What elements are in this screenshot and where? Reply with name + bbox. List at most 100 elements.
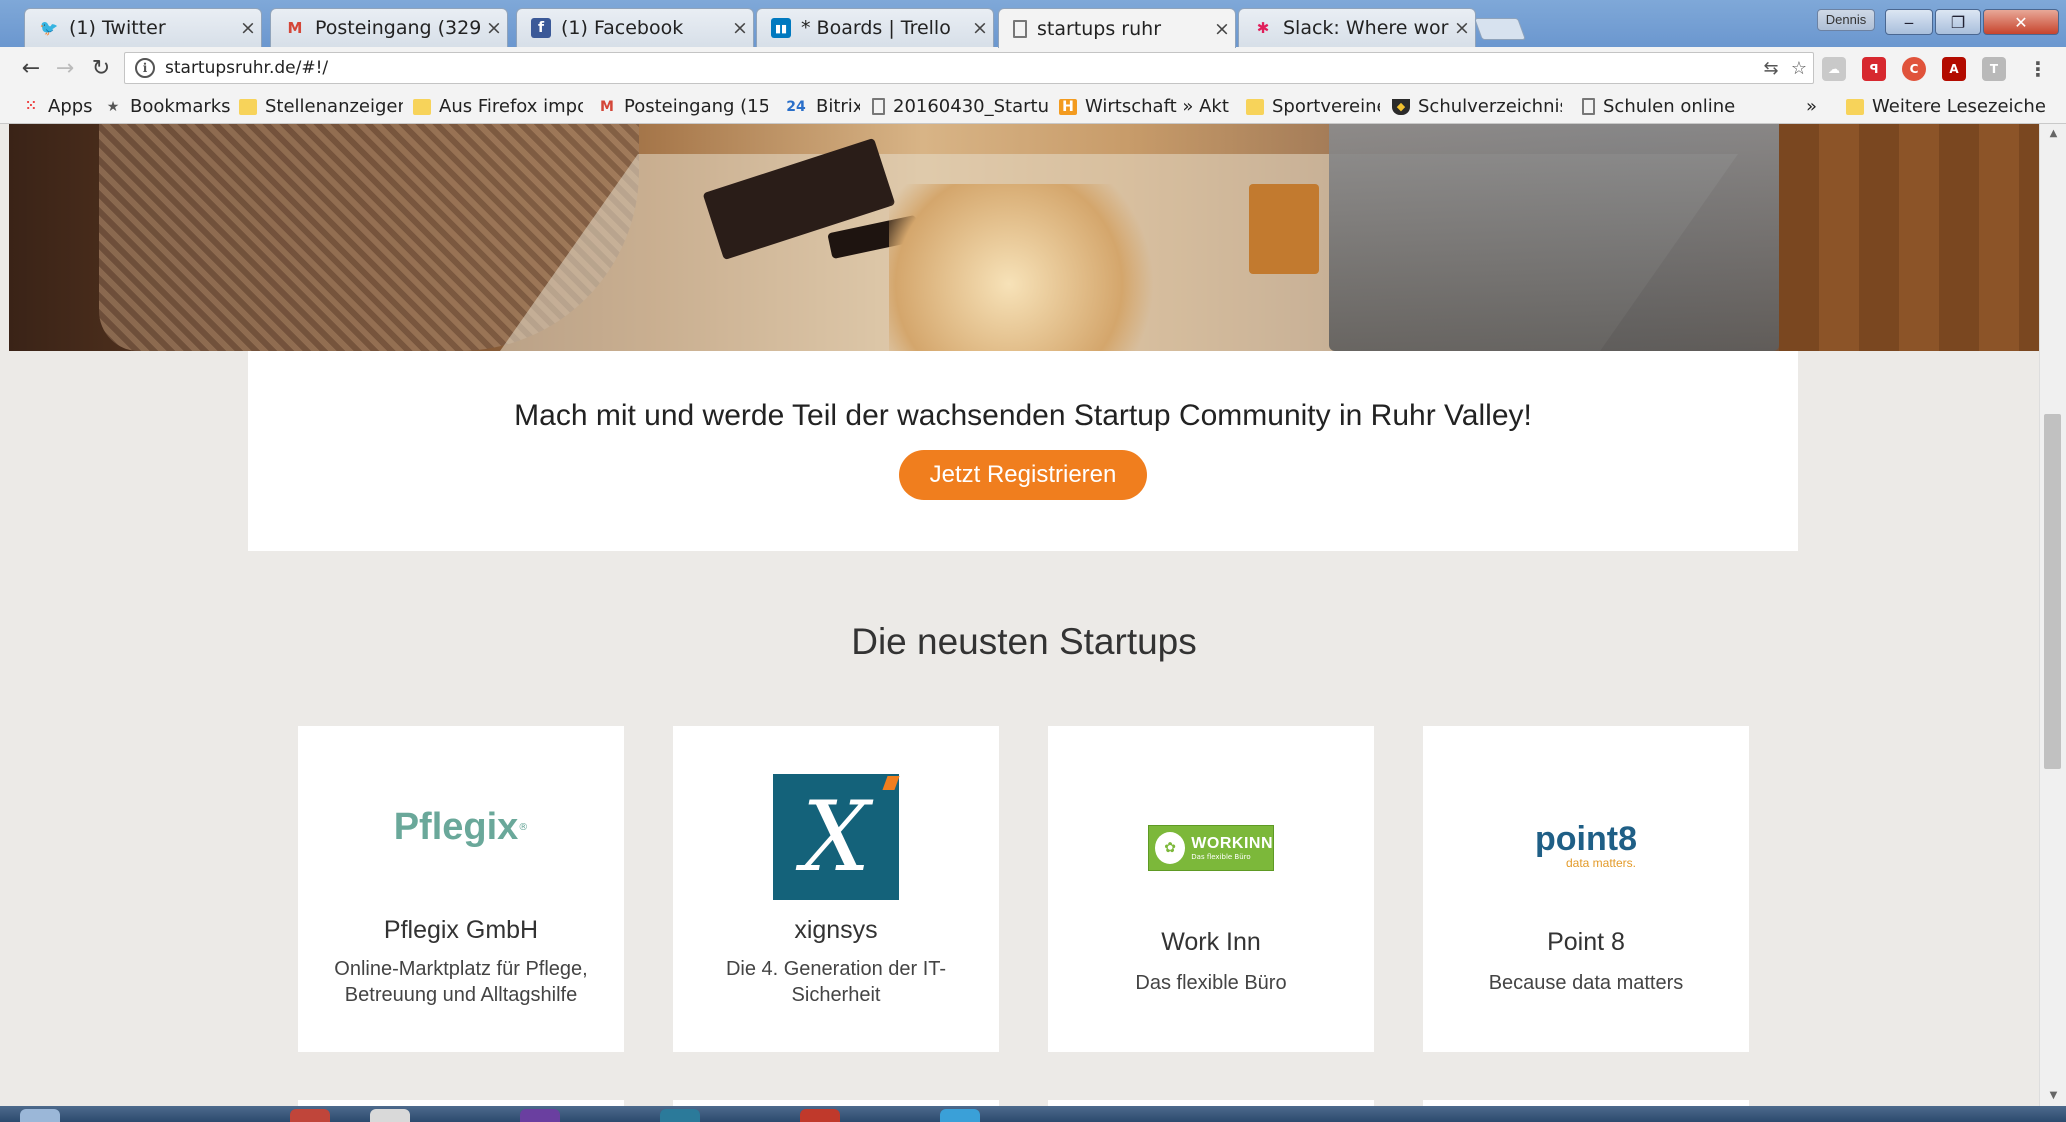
tab-slack[interactable]: ✱ Slack: Where work I ×	[1238, 8, 1476, 47]
tab-trello[interactable]: ▮▮ * Boards | Trello ×	[756, 8, 994, 47]
star-icon: ★	[106, 98, 120, 115]
taskbar-app[interactable]	[370, 1109, 410, 1122]
bookmark-label: Bookmarks	[130, 96, 231, 117]
taskbar-app[interactable]	[520, 1109, 560, 1122]
page-scrollbar[interactable]: ▲ ▼	[2039, 124, 2066, 1106]
page-viewport: Mach mit und werde Teil der wachsenden S…	[9, 124, 2039, 1106]
tab-title: (1) Facebook	[561, 17, 684, 39]
acrobat-extension-icon[interactable]: A	[1942, 57, 1966, 81]
scroll-up-icon[interactable]: ▲	[2040, 124, 2066, 144]
tab-title: startups ruhr	[1037, 17, 1162, 40]
bitrix24-icon: 24	[786, 98, 806, 115]
bookmark-label: Bitrix	[816, 96, 860, 117]
star-icon[interactable]: ☆	[1785, 58, 1813, 79]
hero-image	[9, 124, 2039, 351]
close-icon[interactable]: ×	[1449, 17, 1475, 39]
restore-button[interactable]: ❐	[1935, 9, 1981, 35]
translate-icon[interactable]: ⇆	[1757, 58, 1785, 79]
tab-twitter[interactable]: 🐦 (1) Twitter ×	[24, 8, 262, 47]
taskbar-app[interactable]	[800, 1109, 840, 1122]
startup-description: Die 4. Generation der IT-Sicherheit	[725, 958, 947, 1006]
start-button[interactable]	[20, 1109, 60, 1122]
info-icon[interactable]: i	[135, 58, 155, 78]
bookmark-label: Sportvereine	[1272, 96, 1380, 117]
register-button[interactable]: Jetzt Registrieren	[899, 450, 1147, 500]
cloud-extension-icon[interactable]: ☁	[1822, 57, 1846, 81]
facebook-icon: f	[531, 18, 551, 38]
address-bar[interactable]: i startupsruhr.de/#!/ ⇆ ☆	[124, 52, 1814, 84]
forward-button[interactable]: →	[50, 53, 80, 83]
back-button[interactable]: ←	[16, 53, 46, 83]
close-icon[interactable]: ×	[481, 17, 507, 39]
arrow-right-icon: →	[55, 55, 75, 81]
bookmark-stellenanzeigen[interactable]: Stellenanzeigen	[239, 89, 403, 124]
bookmark-label: Stellenanzeigen	[265, 96, 403, 117]
bookmark-schulverzeichnis[interactable]: ◆ Schulverzeichnis	[1392, 89, 1562, 124]
close-icon[interactable]: ×	[1209, 18, 1235, 40]
close-icon[interactable]: ×	[967, 17, 993, 39]
startup-card-point8[interactable]: point8 data matters. Point 8 Because dat…	[1423, 726, 1749, 1052]
point8-logo: point8 data matters.	[1535, 820, 1637, 870]
pdf-extension-icon[interactable]: ꟼ	[1862, 57, 1886, 81]
minimize-icon: ‒	[1903, 12, 1915, 32]
arrow-left-icon: ←	[21, 55, 41, 81]
xignsys-logo: X	[673, 774, 999, 900]
close-icon[interactable]: ×	[727, 17, 753, 39]
scroll-down-icon[interactable]: ▼	[2040, 1086, 2066, 1106]
taskbar-app[interactable]	[940, 1109, 980, 1122]
url-text[interactable]: startupsruhr.de/#!/	[165, 58, 1757, 78]
cta-text: Mach mit und werde Teil der wachsenden S…	[514, 399, 1532, 432]
startup-card-workinn[interactable]: ✿ WORKINN Das flexible Büro Work Inn Das…	[1048, 726, 1374, 1052]
reload-button[interactable]: ↻	[86, 53, 116, 83]
profile-button[interactable]: Dennis	[1817, 9, 1875, 31]
tab-title: (1) Twitter	[69, 17, 166, 39]
taskbar-app[interactable]	[660, 1109, 700, 1122]
taskbar-app[interactable]	[290, 1109, 330, 1122]
bookmark-label: Wirtschaft » Aktu	[1085, 96, 1229, 117]
startup-description: Das flexible Büro	[1135, 972, 1287, 994]
bookmark-sportvereine[interactable]: Sportvereine	[1246, 89, 1380, 124]
tab-startups-ruhr[interactable]: startups ruhr ×	[998, 8, 1236, 48]
document-icon	[872, 98, 885, 115]
bookmarks-overflow-button[interactable]: »	[1806, 89, 1826, 124]
bookmark-wirtschaft[interactable]: H Wirtschaft » Aktu	[1059, 89, 1229, 124]
tab-facebook[interactable]: f (1) Facebook ×	[516, 8, 754, 47]
scrollbar-thumb[interactable]	[2044, 414, 2061, 769]
reload-icon: ↻	[91, 55, 111, 81]
crest-icon: ◆	[1392, 98, 1410, 115]
minimize-button[interactable]: ‒	[1885, 9, 1933, 35]
pflegix-logo: Pflegix ®	[393, 806, 529, 848]
other-bookmarks[interactable]: Weitere Lesezeichen	[1846, 89, 2046, 124]
folder-icon	[413, 98, 431, 115]
bookmark-bitrix[interactable]: 24 Bitrix	[784, 89, 860, 124]
os-taskbar	[0, 1106, 2066, 1122]
startup-name: xignsys	[794, 916, 878, 944]
twitter-bird-icon: 🐦	[39, 19, 59, 37]
bookmark-label: Weitere Lesezeichen	[1872, 96, 2046, 117]
bookmark-posteingang[interactable]: M Posteingang (157	[598, 89, 768, 124]
workinn-logo: ✿ WORKINN Das flexible Büro	[1048, 825, 1374, 871]
tab-gmail[interactable]: M Posteingang (329) - ×	[270, 8, 508, 47]
bookmark-label: Schulverzeichnis	[1418, 96, 1562, 117]
close-window-button[interactable]: ✕	[1983, 9, 2059, 35]
t-extension-icon[interactable]: T	[1982, 57, 2006, 81]
close-icon[interactable]: ×	[235, 17, 261, 39]
new-tab-button[interactable]	[1473, 18, 1527, 40]
menu-icon[interactable]: ⋮	[2026, 57, 2050, 81]
bookmarks-bar: ⁙ Apps ★ Bookmarks Stellenanzeigen Aus F…	[0, 89, 2066, 124]
slack-icon: ✱	[1256, 19, 1270, 37]
cta-box: Mach mit und werde Teil der wachsenden S…	[248, 351, 1798, 551]
bookmark-apps[interactable]: ⁙ Apps	[22, 89, 98, 124]
startup-card-pflegix[interactable]: Pflegix ® Pflegix GmbH Online-Marktplatz …	[298, 726, 624, 1052]
startup-card-xignsys[interactable]: X xignsys Die 4. Generation der IT-Siche…	[673, 726, 999, 1052]
bookmark-firefox[interactable]: Aus Firefox impor	[413, 89, 583, 124]
bookmark-startup-doc[interactable]: 20160430_Startu	[872, 89, 1048, 124]
bookmark-bookmarks[interactable]: ★ Bookmarks	[104, 89, 234, 124]
bookmark-label: Schulen online	[1603, 96, 1736, 117]
page-icon	[1013, 19, 1027, 38]
bookmark-schulen-online[interactable]: Schulen online	[1582, 89, 1742, 124]
cc-extension-icon[interactable]: C	[1902, 57, 1926, 81]
tab-title: * Boards | Trello	[801, 17, 951, 39]
section-title: Die neusten Startups	[851, 621, 1197, 662]
bookmark-label: Apps	[48, 96, 93, 117]
